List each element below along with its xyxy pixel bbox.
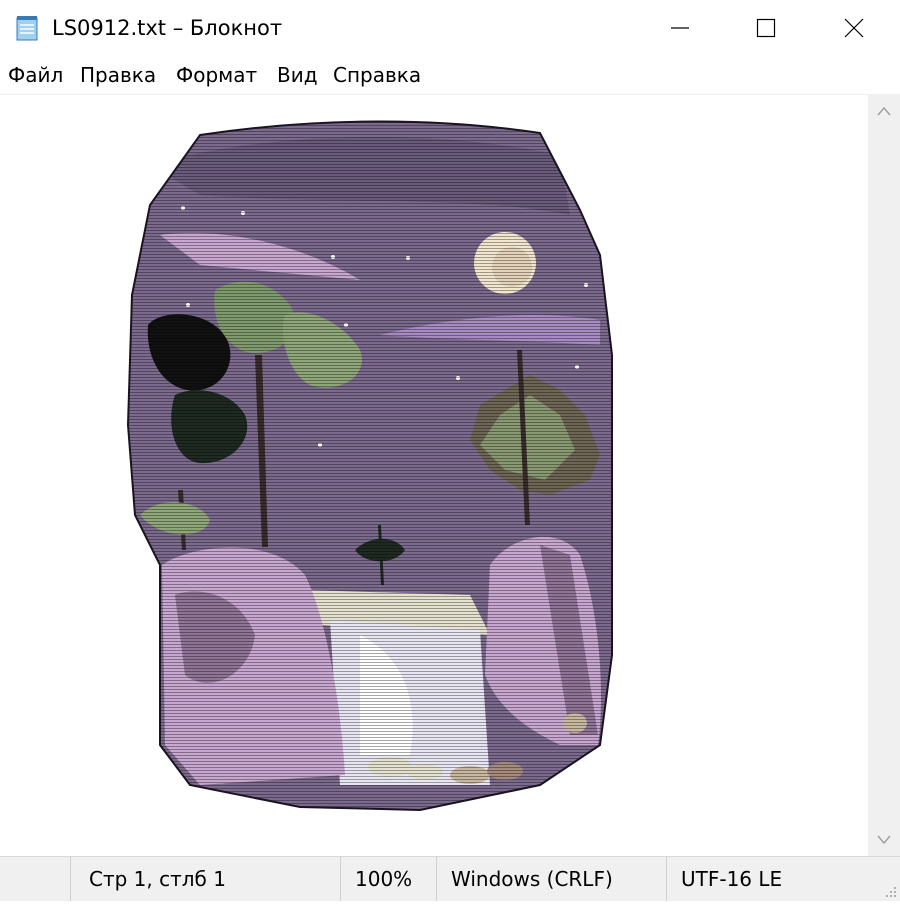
notepad-icon (14, 14, 40, 42)
menu-help[interactable]: Справка (333, 63, 421, 87)
line-ending: Windows (CRLF) (436, 857, 666, 901)
menu-file[interactable]: Файл (8, 63, 63, 87)
menu-bar: Файл Правка Формат Вид Справка (0, 58, 900, 95)
resize-grip-icon[interactable] (884, 885, 898, 899)
vertical-scrollbar[interactable] (868, 95, 900, 856)
scroll-up-button[interactable] (868, 95, 900, 127)
maximize-icon (756, 18, 776, 38)
cursor-position: Стр 1, стлб 1 (70, 857, 340, 901)
menu-view[interactable]: Вид (277, 63, 318, 87)
title-bar: LS0912.txt – Блокнот (0, 0, 900, 56)
zoom-level: 100% (340, 857, 436, 901)
chevron-up-icon (877, 106, 891, 116)
text-editor-area[interactable] (0, 95, 868, 856)
window-title: LS0912.txt – Блокнот (52, 16, 283, 40)
encoding: UTF-16 LE (666, 857, 900, 901)
chevron-down-icon (877, 835, 891, 845)
status-bar: Стр 1, стлб 1 100% Windows (CRLF) UTF-16… (0, 856, 900, 901)
close-button[interactable] (808, 0, 900, 56)
maximize-button[interactable] (720, 0, 812, 56)
ascii-art-picture (126, 120, 613, 812)
close-icon (844, 18, 864, 38)
minimize-icon (671, 27, 689, 29)
menu-format[interactable]: Формат (176, 63, 257, 87)
minimize-button[interactable] (634, 0, 726, 56)
menu-edit[interactable]: Правка (80, 63, 156, 87)
scroll-down-button[interactable] (868, 824, 900, 856)
